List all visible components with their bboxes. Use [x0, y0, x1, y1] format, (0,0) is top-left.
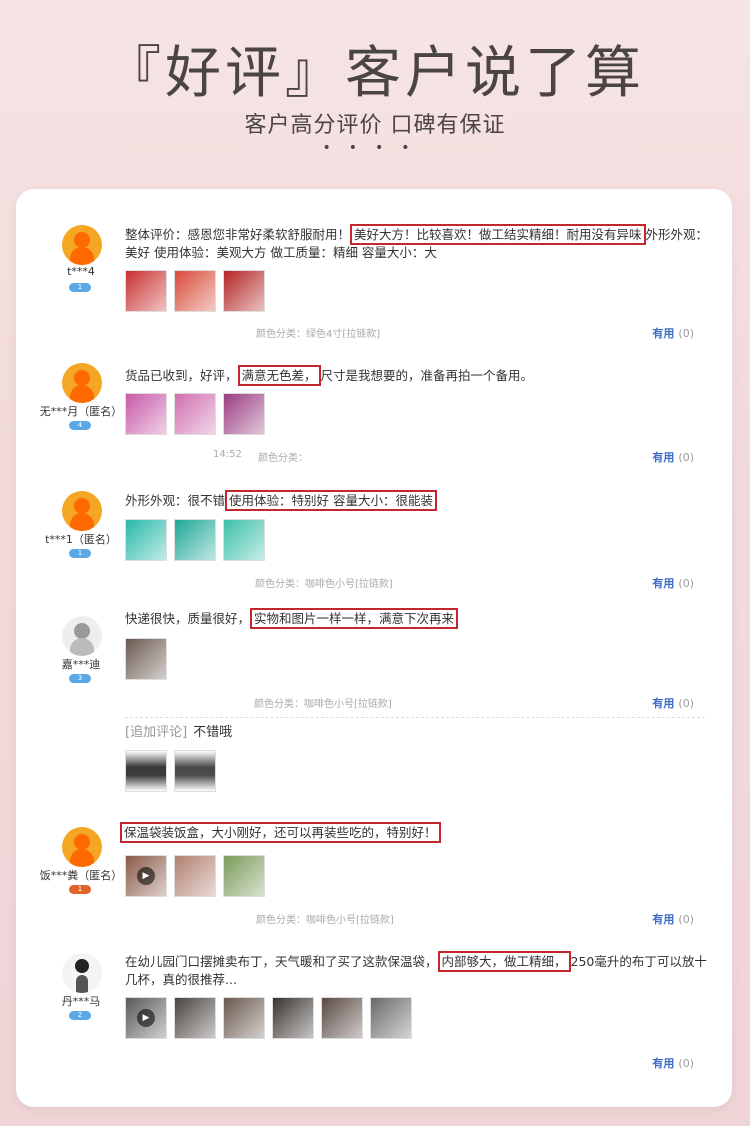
review-highlight: 内部够大，做工精细， [437, 951, 571, 972]
reviews-card: t***4 1 整体评价：感恩您非常好柔软舒服耐用！ 美好大方！比较喜欢！做工结实… [16, 189, 732, 1107]
vip-badge: 3 [69, 674, 91, 683]
review-text: 外形外观：很不错 使用体验：特别好 容量大小：很能装 [125, 490, 710, 511]
review-photo[interactable] [223, 855, 265, 897]
review-photo[interactable] [174, 519, 216, 561]
review-photo[interactable] [223, 997, 265, 1039]
avatar [62, 827, 102, 867]
review-photo[interactable] [174, 750, 216, 792]
avatar [62, 616, 102, 656]
append-review-label: [追加评论] [125, 725, 188, 740]
review-photo[interactable] [125, 750, 167, 792]
review-photo[interactable] [174, 997, 216, 1039]
append-review-photos [125, 750, 223, 792]
review-text: 整体评价：感恩您非常好柔软舒服耐用！ 美好大方！比较喜欢！做工结实精细！耐用没有异… [125, 224, 710, 262]
review-highlight: 满意无色差， [237, 365, 321, 386]
review-photo[interactable] [223, 393, 265, 435]
vip-badge: 1 [69, 549, 91, 558]
useful-button[interactable]: 有用 (0) [652, 449, 694, 465]
useful-button[interactable]: 有用 (0) [652, 325, 694, 341]
review-photos: ▶ [125, 855, 272, 897]
append-review-text: [追加评论] 不错哦 [125, 725, 233, 740]
review-photo[interactable] [321, 997, 363, 1039]
review-photo[interactable] [174, 270, 216, 312]
avatar [62, 363, 102, 403]
review-category: 颜色分类：咖啡色小号[拉链款] [256, 915, 394, 926]
useful-button[interactable]: 有用 (0) [652, 1055, 694, 1071]
review-time: 14:52 [213, 449, 242, 460]
header: 『好评』客户说了算 客户高分评价 口碑有保证 •••• [0, 0, 750, 190]
review-photo[interactable] [272, 997, 314, 1039]
review-photos [125, 638, 174, 680]
play-icon: ▶ [137, 1009, 155, 1027]
useful-button[interactable]: 有用 (0) [652, 695, 694, 711]
review-highlight: 保温袋装饭盒，大小刚好，还可以再装些吃的，特别好！ [120, 822, 441, 843]
review-photos [125, 519, 272, 561]
review-photo[interactable] [223, 519, 265, 561]
review-highlight: 美好大方！比较喜欢！做工结实精细！耐用没有异味 [350, 224, 646, 245]
useful-button[interactable]: 有用 (0) [652, 575, 694, 591]
review-photo[interactable] [223, 270, 265, 312]
review-photo[interactable] [125, 638, 167, 680]
review-photos [125, 393, 272, 435]
review-video[interactable]: ▶ [125, 855, 167, 897]
avatar [62, 225, 102, 265]
vip-badge: 4 [69, 421, 91, 430]
review-category: 颜色分类： [258, 453, 308, 464]
divider [125, 717, 705, 718]
review-text: 保温袋装饭盒，大小刚好，还可以再装些吃的，特别好！ [120, 822, 705, 843]
review-photos [125, 270, 272, 312]
avatar [62, 491, 102, 531]
page-title: 『好评』客户说了算 [105, 41, 645, 106]
vip-badge: 1 [69, 885, 91, 894]
review-text: 在幼儿园门口摆摊卖布丁，天气暖和了买了这款保温袋， 内部够大，做工精细， 250毫升… [125, 951, 710, 989]
review-video[interactable]: ▶ [125, 997, 167, 1039]
play-icon: ▶ [137, 867, 155, 885]
review-text: 货品已收到，好评， 满意无色差， 尺寸是我想要的，准备再拍一个备用。 [125, 365, 710, 386]
review-photo[interactable] [174, 855, 216, 897]
avatar [62, 953, 102, 993]
review-category: 颜色分类：咖啡色小号[拉链款] [254, 699, 392, 710]
review-category: 颜色分类：绿色4寸[拉链款] [256, 329, 381, 340]
review-photo[interactable] [174, 393, 216, 435]
review-category: 颜色分类：咖啡色小号[拉链款] [255, 579, 393, 590]
vip-badge: 2 [69, 1011, 91, 1020]
review-photo[interactable] [125, 393, 167, 435]
review-photo[interactable] [125, 519, 167, 561]
review-text: 快递很快，质量很好， 实物和图片一样一样，满意下次再来 [125, 608, 710, 629]
review-highlight: 使用体验：特别好 容量大小：很能装 [225, 490, 437, 511]
vip-badge: 1 [69, 283, 91, 292]
useful-button[interactable]: 有用 (0) [652, 911, 694, 927]
review-photos: ▶ [125, 997, 419, 1039]
review-photo[interactable] [370, 997, 412, 1039]
review-highlight: 实物和图片一样一样，满意下次再来 [250, 608, 459, 629]
page-subtitle: 客户高分评价 口碑有保证 [244, 113, 506, 138]
review-photo[interactable] [125, 270, 167, 312]
decorative-dots: •••• [322, 140, 428, 156]
